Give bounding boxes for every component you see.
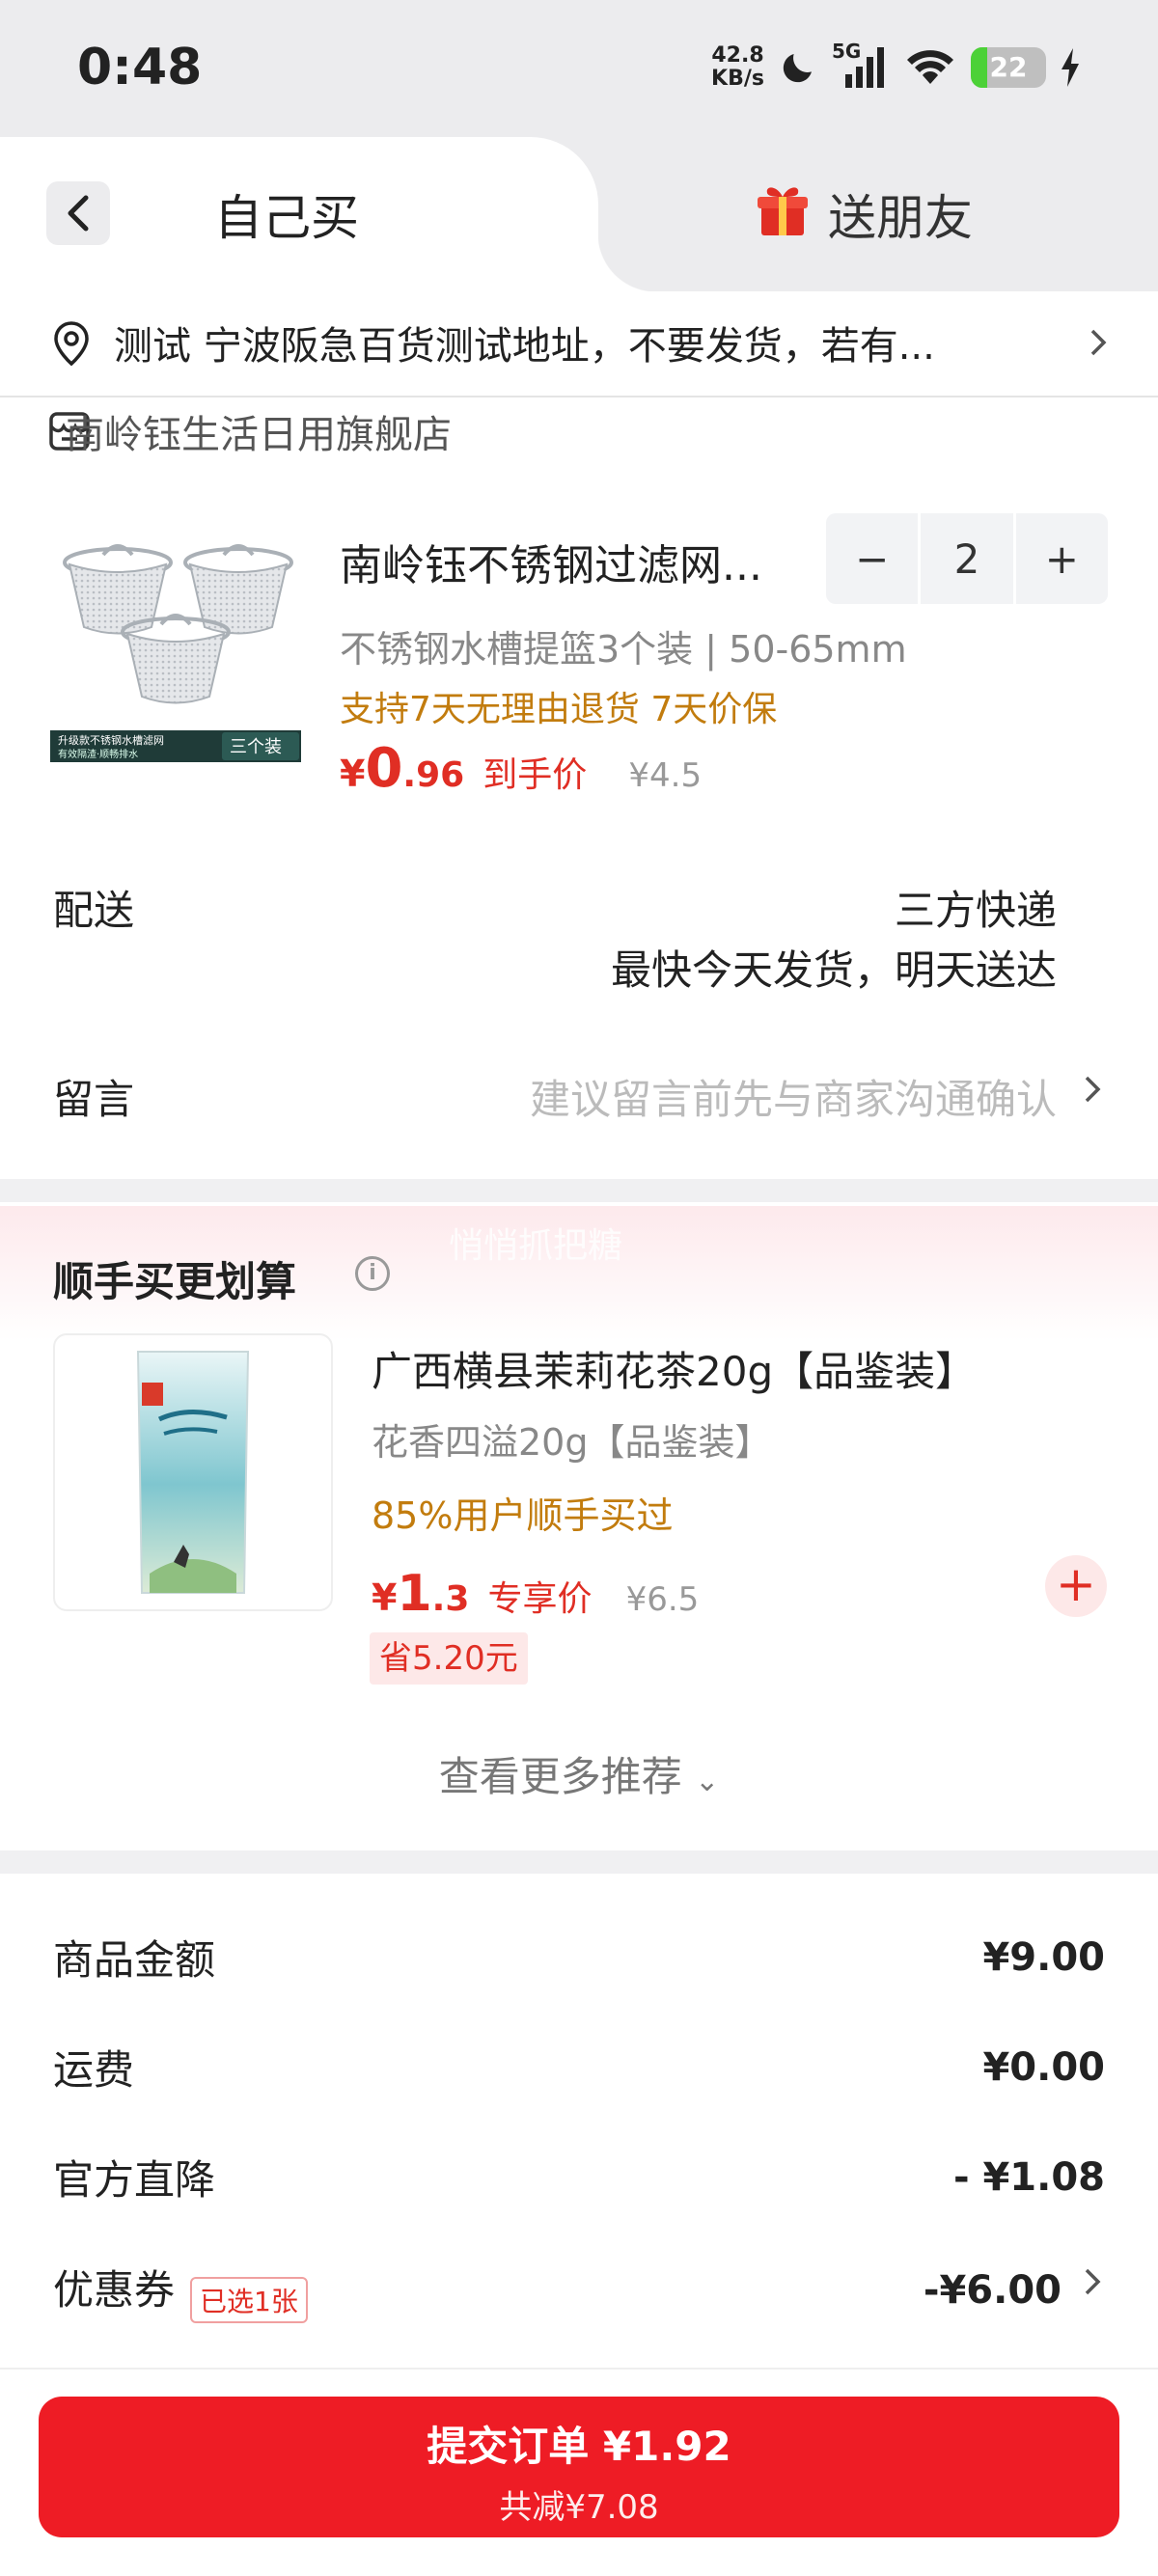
discount-value: - ¥1.08 (952, 2154, 1105, 2200)
recommend-item-title[interactable]: 广西横县茉莉花茶20g【品鉴装】 (372, 1339, 976, 1398)
chevron-right-icon (1090, 329, 1107, 356)
network-speed: 42.8 KB/s (711, 43, 764, 91)
coupon-selected-tag: 已选1张 (190, 2276, 308, 2323)
submit-order-label: 提交订单 ¥1.92 (427, 2423, 731, 2470)
thumbnail-badge-text: 三个装 (230, 737, 282, 757)
shipping-value: ¥0.00 (982, 2044, 1105, 2090)
summary-goods-row: 商品金额 ¥9.00 (53, 1928, 1105, 1987)
product-spec[interactable]: 不锈钢水槽提篮3个装 | 50-65mm (340, 619, 907, 672)
product-title[interactable]: 南岭钰不锈钢过滤网... (340, 531, 762, 592)
status-icons: 42.8 KB/s 5G 22 (711, 40, 1081, 95)
rec-price-currency: ¥ (372, 1576, 398, 1619)
delivery-label: 配送 (53, 887, 135, 934)
coupon-value[interactable]: -¥6.00 (924, 2268, 1062, 2313)
price-decimal: .96 (402, 755, 465, 795)
recommend-item-price: ¥1.3 专享价 ¥6.5 (372, 1565, 699, 1623)
add-recommend-button[interactable]: + (1045, 1555, 1107, 1617)
footer-divider (0, 2368, 1158, 2370)
goods-amount-label: 商品金额 (53, 1936, 216, 1984)
thumbnail-banner-subtext: 有效隔渣·顺畅排水 (58, 748, 138, 760)
delivery-method: 三方快递 (894, 887, 1057, 934)
delivery-eta: 最快今天发货，明天送达 (610, 946, 1057, 994)
savings-badge: 省5.20元 (370, 1632, 528, 1685)
shipping-label: 运费 (53, 2046, 135, 2094)
recommend-item-spec: 花香四溢20g【品鉴装】 (372, 1421, 772, 1464)
quantity-increase-button[interactable]: + (1016, 513, 1108, 604)
rec-price-integer: 1 (397, 1565, 432, 1623)
product-thumbnail[interactable]: 升级款不锈钢水槽滤网 有效隔渣·顺畅排水 三个装 (50, 526, 301, 762)
submit-order-savings: 共减¥7.08 (499, 2488, 659, 2527)
coupon-label: 优惠券 (53, 2266, 176, 2314)
summary-shipping-row: 运费 ¥0.00 (53, 2038, 1105, 2096)
rec-original-price: ¥6.5 (625, 1580, 700, 1619)
section-divider (0, 1179, 1158, 1202)
rec-price-tag: 专享价 (487, 1579, 593, 1619)
section-divider-2 (0, 1850, 1158, 1874)
price-integer: 0 (365, 737, 403, 800)
goods-amount-value: ¥9.00 (982, 1934, 1105, 1980)
more-recommend-link[interactable]: 查看更多推荐 ⌄ (0, 1744, 1158, 1803)
message-input[interactable]: 建议留言前先与商家沟通确认 (530, 1067, 1057, 1126)
charging-bolt-icon (1062, 48, 1079, 87)
quantity-value[interactable]: 2 (918, 513, 1016, 604)
product-promo: 支持7天无理由退货 7天价保 (340, 690, 778, 729)
cellular-signal-icon: 5G (832, 40, 890, 90)
tab-send-friend-label[interactable]: 送朋友 (828, 179, 973, 249)
price-currency: ¥ (340, 753, 366, 795)
summary-discount-row: 官方直降 - ¥1.08 (53, 2148, 1105, 2206)
chevron-down-icon: ⌄ (695, 1765, 720, 1798)
recommend-thumbnail[interactable] (53, 1333, 333, 1611)
submit-order-button[interactable]: 提交订单 ¥1.92 共减¥7.08 (39, 2397, 1119, 2537)
wifi-icon (907, 50, 953, 84)
battery-icon: 22 (971, 47, 1046, 88)
message-label: 留言 (53, 1076, 135, 1123)
moon-icon (783, 54, 812, 83)
status-time: 0:48 (77, 39, 203, 96)
original-price: ¥4.5 (628, 756, 703, 795)
summary-coupon-row[interactable]: 优惠券 已选1张 -¥6.00 (53, 2258, 1062, 2323)
price-tag: 到手价 (482, 755, 588, 795)
back-button[interactable] (46, 181, 110, 245)
quantity-decrease-button[interactable]: − (826, 513, 918, 604)
tab-self-label[interactable]: 自己买 (214, 179, 359, 249)
discount-label: 官方直降 (53, 2156, 216, 2204)
recommend-item-promo: 85%用户顺手买过 (372, 1494, 674, 1537)
info-icon[interactable]: i (355, 1256, 390, 1291)
location-pin-icon (54, 321, 89, 367)
message-chevron-icon (1085, 1076, 1101, 1103)
recommend-title: 顺手买更划算 (53, 1258, 297, 1305)
thumbnail-banner-text: 升级款不锈钢水槽滤网 (58, 733, 164, 747)
recommend-watermark: 悄悄抓把糖 (449, 1226, 623, 1266)
chevron-left-icon (68, 195, 89, 232)
rec-price-decimal: .3 (431, 1579, 470, 1619)
quantity-stepper: − 2 + (826, 513, 1108, 604)
product-price: ¥0.96 到手价 ¥4.5 (340, 737, 702, 800)
gift-icon (758, 187, 808, 235)
store-name[interactable]: 南岭钰生活日用旗舰店 (66, 403, 452, 459)
coupon-chevron-icon (1085, 2268, 1101, 2295)
address-text[interactable]: 测试 宁波阪急百货测试地址，不要发货，若有... (114, 315, 1055, 370)
